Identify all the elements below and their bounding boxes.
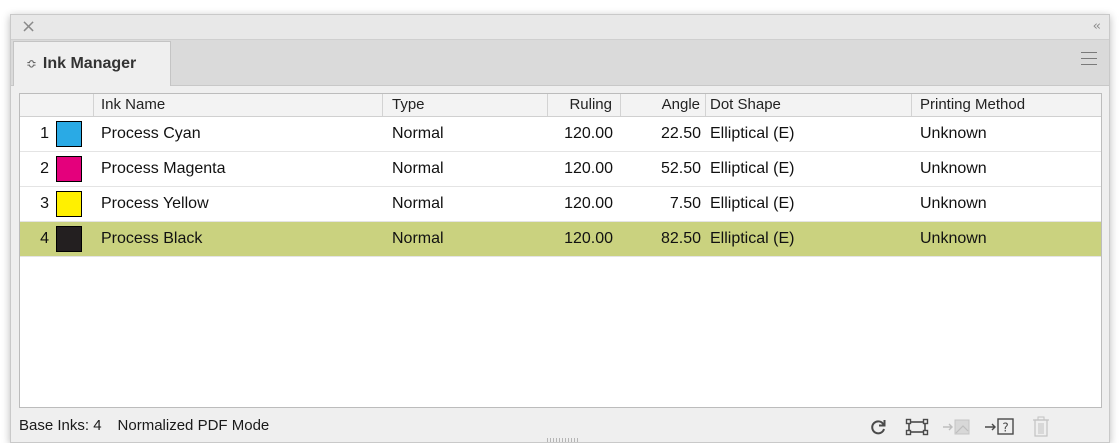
- panel-menu-icon[interactable]: [1081, 52, 1097, 66]
- ink-type: Normal: [392, 125, 444, 142]
- unknown-ink-icon[interactable]: ?: [983, 417, 1017, 437]
- ink-type: Normal: [392, 160, 444, 177]
- close-icon[interactable]: ×: [21, 16, 36, 38]
- ink-ruling: 120.00: [564, 160, 613, 177]
- row-index: 2: [40, 160, 49, 177]
- ink-angle: 82.50: [660, 230, 701, 247]
- status-text: Base Inks: 4 Normalized PDF Mode: [19, 409, 270, 442]
- table-row[interactable]: 3 Process Yellow Normal 120.00 7.50 Elli…: [20, 187, 1101, 222]
- ink-dot-shape: Elliptical (E): [710, 195, 795, 212]
- ink-type: Normal: [392, 195, 444, 212]
- ink-ruling: 120.00: [564, 230, 613, 247]
- ink-name: Process Magenta: [101, 160, 226, 177]
- tab-label: Ink Manager: [42, 55, 137, 72]
- refresh-icon[interactable]: [867, 417, 889, 437]
- ink-printing-method: Unknown: [920, 195, 987, 212]
- tab-ink-manager[interactable]: ≎ Ink Manager: [13, 41, 171, 86]
- frame-icon[interactable]: [904, 417, 930, 437]
- pdf-mode-label: Normalized PDF Mode: [117, 417, 270, 434]
- svg-text:?: ?: [1002, 421, 1008, 435]
- row-index: 3: [40, 195, 49, 212]
- panel-titlebar: × ‹‹: [11, 15, 1109, 40]
- ink-manager-panel: × ‹‹ ≎ Ink Manager Ink Name Type Ruling …: [10, 14, 1110, 443]
- ink-angle: 7.50: [669, 195, 701, 212]
- row-index: 4: [40, 230, 49, 247]
- tab-bar: ≎ Ink Manager: [11, 40, 1109, 86]
- table-header: Ink Name Type Ruling Angle Dot Shape Pri…: [20, 94, 1101, 117]
- ink-dot-shape: Elliptical (E): [710, 160, 795, 177]
- ink-dot-shape: Elliptical (E): [710, 125, 795, 142]
- color-swatch: [56, 156, 82, 182]
- ink-printing-method: Unknown: [920, 125, 987, 142]
- header-ink-name[interactable]: Ink Name: [94, 94, 383, 116]
- header-type[interactable]: Type: [383, 94, 548, 116]
- ink-angle: 22.50: [660, 125, 701, 142]
- ink-table: Ink Name Type Ruling Angle Dot Shape Pri…: [19, 93, 1102, 408]
- ink-printing-method: Unknown: [920, 230, 987, 247]
- ink-dot-shape: Elliptical (E): [710, 230, 795, 247]
- ink-angle: 52.50: [660, 160, 701, 177]
- ink-ruling: 120.00: [564, 125, 613, 142]
- color-swatch: [56, 226, 82, 252]
- ink-ruling: 120.00: [564, 195, 613, 212]
- header-printing-method[interactable]: Printing Method: [912, 94, 1101, 116]
- header-index[interactable]: [20, 94, 94, 116]
- collapse-panel-icon[interactable]: ‹‹: [1093, 18, 1102, 36]
- color-swatch: [56, 191, 82, 217]
- header-angle[interactable]: Angle: [621, 94, 706, 116]
- ink-printing-method: Unknown: [920, 160, 987, 177]
- stepper-icon: ≎: [26, 56, 37, 72]
- header-dot-shape[interactable]: Dot Shape: [706, 94, 912, 116]
- ink-name: Process Cyan: [101, 125, 201, 142]
- color-swatch: [56, 121, 82, 147]
- resize-grip[interactable]: [547, 438, 579, 442]
- table-row-selected[interactable]: 4 Process Black Normal 120.00 82.50 Elli…: [20, 222, 1101, 257]
- trash-icon[interactable]: [1030, 416, 1052, 437]
- table-row[interactable]: 2 Process Magenta Normal 120.00 52.50 El…: [20, 152, 1101, 187]
- row-index: 1: [40, 125, 49, 142]
- base-inks-count: Base Inks: 4: [19, 417, 102, 434]
- status-bar: Base Inks: 4 Normalized PDF Mode ?: [11, 409, 1109, 442]
- header-ruling[interactable]: Ruling: [548, 94, 621, 116]
- ink-name: Process Yellow: [101, 195, 209, 212]
- import-ink-icon[interactable]: [941, 417, 973, 437]
- ink-type: Normal: [392, 230, 444, 247]
- ink-name: Process Black: [101, 230, 203, 247]
- table-row[interactable]: 1 Process Cyan Normal 120.00 22.50 Ellip…: [20, 117, 1101, 152]
